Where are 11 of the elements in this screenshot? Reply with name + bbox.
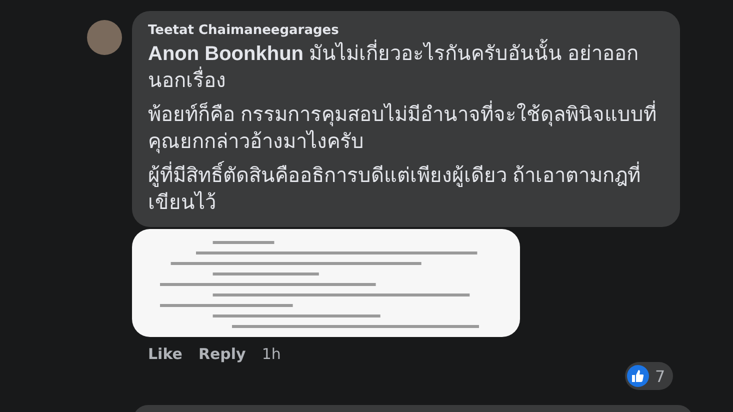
reaction-count: 7 — [655, 366, 666, 386]
reply-link[interactable]: Reply — [198, 345, 246, 363]
reaction-badge[interactable]: 7 — [625, 362, 674, 390]
like-link[interactable]: Like — [148, 345, 182, 363]
timestamp: 1h — [262, 345, 281, 363]
avatar[interactable] — [87, 20, 122, 55]
comment-text: ผู้ที่มีสิทธิ์ตัดสินคืออธิการบดีแต่เพียงผู้เดียว ถ้าเอาตามกฎที่เขียนไว้ — [148, 163, 664, 217]
comment-text: Anon Boonkhun มันไม่เกี่ยวอะไรกันครับอันนั้น อย่าออกนอกเรื่อง — [148, 41, 664, 95]
comment-text: พ้อยท์ก็คือ กรรมการคุมสอบไม่มีอำนาจที่จะใช้ดุลพินิจแบบที่คุณยกกล่าวอ้างมาไงครับ — [148, 102, 664, 156]
document-image-drawing[interactable] — [132, 229, 520, 337]
thumbs-up-icon — [627, 365, 649, 387]
